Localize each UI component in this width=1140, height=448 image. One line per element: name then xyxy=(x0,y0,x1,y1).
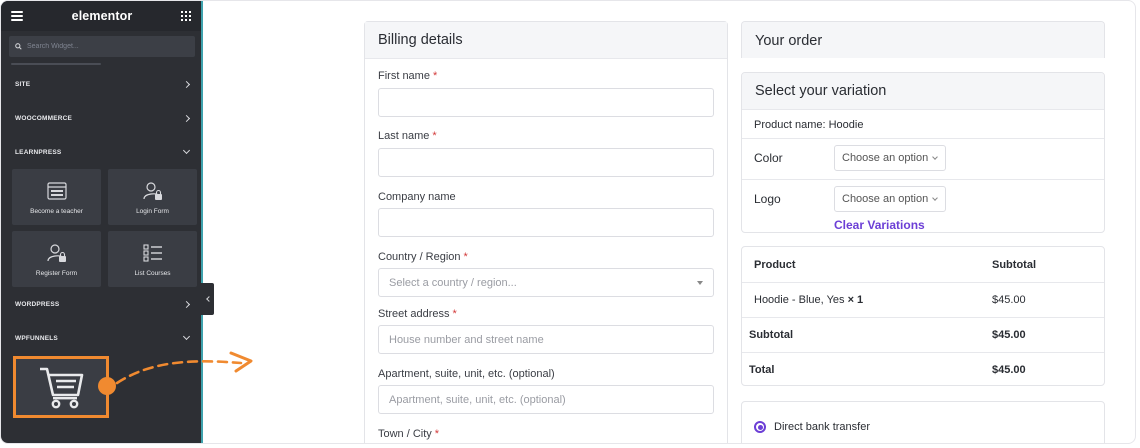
direct-bank-label[interactable]: Direct bank transfer xyxy=(774,421,870,433)
first-name-label: First name * xyxy=(378,70,438,82)
divider xyxy=(742,179,1104,180)
order-summary-table: Product Subtotal Hoodie - Blue, Yes × 1 … xyxy=(741,246,1105,386)
total-label: Total xyxy=(749,364,775,376)
apartment-label: Apartment, suite, unit, etc. (optional) xyxy=(378,368,555,380)
cart-icon xyxy=(40,367,84,409)
payment-methods: Direct bank transfer xyxy=(741,401,1105,443)
menu-icon[interactable] xyxy=(11,11,23,21)
divider xyxy=(742,352,1104,353)
street-input[interactable] xyxy=(378,325,714,354)
category-label: LEARNPRESS xyxy=(15,148,62,156)
chevron-down-icon xyxy=(932,194,938,201)
subtotal-value: $45.00 xyxy=(992,329,1026,341)
sidebar-topbar: elementor xyxy=(1,1,201,31)
chevron-right-icon xyxy=(182,114,191,122)
street-label: Street address * xyxy=(378,308,457,320)
widget-register-form[interactable]: Register Form xyxy=(12,231,101,287)
caret-down-icon xyxy=(697,280,703,285)
chevron-right-icon xyxy=(182,80,191,88)
category-label: SITE xyxy=(15,80,31,88)
chevron-right-icon xyxy=(182,300,191,308)
chevron-down-icon xyxy=(182,146,191,155)
first-name-input[interactable] xyxy=(378,88,714,117)
page-frame: elementor SITE WOOCOMMERCE LEARNPRESS xyxy=(0,0,1136,444)
chevron-down-icon xyxy=(182,332,191,341)
category-label: WOOCOMMERCE xyxy=(15,114,73,122)
product-name: Product name: Hoodie xyxy=(754,119,864,131)
chevron-left-icon xyxy=(205,296,212,302)
user-lock-icon xyxy=(142,180,163,202)
widget-label: Register Form xyxy=(35,269,78,277)
widget-become-teacher[interactable]: Become a teacher xyxy=(12,169,101,225)
your-order-header: Your order xyxy=(741,21,1105,58)
col-subtotal-header: Subtotal xyxy=(992,259,1036,271)
chevron-down-icon xyxy=(932,153,938,160)
total-value: $45.00 xyxy=(992,364,1026,376)
your-order-title: Your order xyxy=(742,22,1104,58)
widget-search-input[interactable] xyxy=(27,43,177,50)
brand-logo: elementor xyxy=(71,9,133,23)
scroll-indicator xyxy=(11,63,101,65)
last-name-input[interactable] xyxy=(378,148,714,177)
logo-select[interactable]: Choose an option xyxy=(834,186,946,212)
country-select-value: Select a country / region... xyxy=(389,276,517,289)
divider xyxy=(742,282,1104,283)
user-register-icon xyxy=(46,242,67,264)
order-item-price: $45.00 xyxy=(992,294,1026,306)
logo-label: Logo xyxy=(754,192,781,206)
billing-details-panel: Billing details First name * Last name * C… xyxy=(364,21,728,443)
billing-title: Billing details xyxy=(365,22,727,59)
logo-select-value: Choose an option xyxy=(842,193,929,205)
subtotal-label: Subtotal xyxy=(749,329,793,341)
category-learnpress[interactable]: LEARNPRESS xyxy=(1,143,201,161)
order-item-name: Hoodie - Blue, Yes × 1 xyxy=(754,294,864,306)
last-name-label: Last name * xyxy=(378,130,437,142)
apps-grid-icon[interactable] xyxy=(181,11,191,21)
direct-bank-radio[interactable] xyxy=(754,421,766,433)
country-select[interactable]: Select a country / region... xyxy=(378,268,714,297)
collapse-panel-handle[interactable] xyxy=(201,283,214,315)
widget-label: List Courses xyxy=(134,269,171,277)
your-order-panel: Your order Select your variation Product… xyxy=(741,21,1105,443)
variation-title: Select your variation xyxy=(742,73,1104,110)
widget-label: Become a teacher xyxy=(30,207,83,215)
category-site[interactable]: SITE xyxy=(1,75,201,93)
town-label: Town / City * xyxy=(378,428,440,440)
category-woocommerce[interactable]: WOOCOMMERCE xyxy=(1,109,201,127)
category-wordpress[interactable]: WORDPRESS xyxy=(1,295,201,313)
divider xyxy=(742,317,1104,318)
color-label: Color xyxy=(754,151,783,165)
widget-list-courses[interactable]: List Courses xyxy=(108,231,197,287)
color-select[interactable]: Choose an option xyxy=(834,145,946,171)
country-label: Country / Region * xyxy=(378,251,468,263)
col-product-header: Product xyxy=(754,259,796,271)
widget-login-form[interactable]: Login Form xyxy=(108,169,197,225)
company-name-input[interactable] xyxy=(378,208,714,237)
company-name-label: Company name xyxy=(378,191,456,203)
widget-search-box[interactable] xyxy=(9,36,195,57)
form-window-icon xyxy=(46,180,67,202)
clear-variations-link[interactable]: Clear Variations xyxy=(834,218,925,232)
drag-arrow xyxy=(98,351,253,395)
widget-label: Login Form xyxy=(136,207,169,215)
variation-card: Select your variation Product name: Hood… xyxy=(741,72,1105,233)
list-icon xyxy=(142,242,163,264)
search-icon xyxy=(15,43,22,50)
apartment-input[interactable] xyxy=(378,385,714,414)
category-label: WORDPRESS xyxy=(15,300,60,308)
divider xyxy=(742,138,1104,139)
color-select-value: Choose an option xyxy=(842,152,929,164)
category-label: WPFUNNELS xyxy=(15,334,58,342)
